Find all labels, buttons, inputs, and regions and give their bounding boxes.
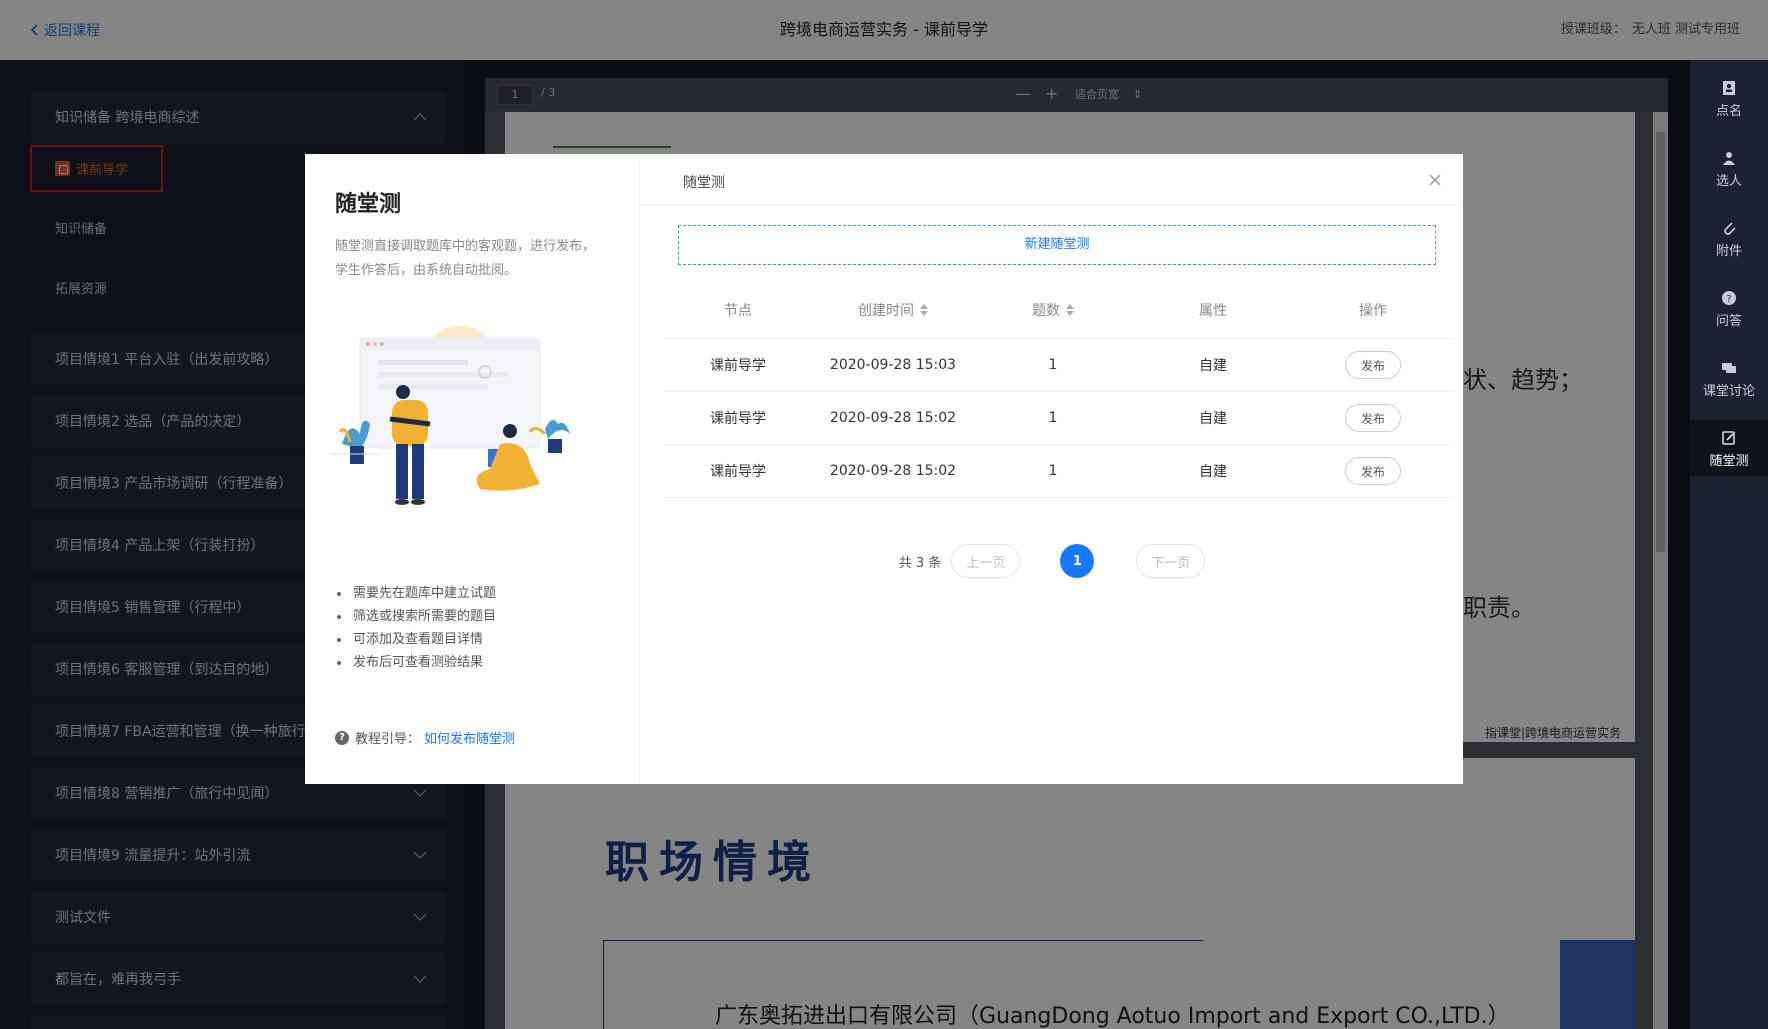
column-header-node: 节点 — [724, 303, 752, 319]
guide-link[interactable]: 如何发布随堂测 — [424, 728, 515, 747]
intro-title: 随堂测 — [335, 192, 402, 217]
tool-quiz[interactable]: 随堂测 — [1690, 420, 1768, 476]
cell-node: 课前导学 — [710, 358, 766, 374]
modal-header: 随堂测 — [641, 154, 1463, 205]
column-header-attr: 属性 — [1199, 303, 1227, 319]
paperclip-icon — [1724, 222, 1736, 235]
cell-attr: 自建 — [1199, 411, 1227, 427]
cell-node: 课前导学 — [710, 411, 766, 427]
tip-item: 发布后可查看测验结果 — [335, 651, 496, 674]
cell-created: 2020-09-28 15:02 — [829, 463, 957, 479]
chat-icon — [1722, 363, 1736, 373]
cell-attr: 自建 — [1199, 358, 1227, 374]
column-header-count[interactable]: 题数 — [973, 282, 1133, 338]
column-header-action: 操作 — [1359, 303, 1387, 319]
table-row: 课前导学 2020-09-28 15:03 1 自建 发布 — [663, 339, 1453, 392]
modal-intro-panel: 随堂测 随堂测直接调取题库中的客观题，进行发布，学生作答后，由系统自动批阅。 需… — [305, 154, 640, 784]
cell-attr: 自建 — [1199, 464, 1227, 480]
tool-label: 点名 — [1715, 104, 1742, 119]
sort-icon[interactable] — [920, 304, 928, 316]
prev-page-button[interactable]: 上一页 — [951, 544, 1021, 578]
quiz-modal: 随堂测 随堂测直接调取题库中的客观题，进行发布，学生作答后，由系统自动批阅。 需… — [305, 154, 1463, 784]
intro-description: 随堂测直接调取题库中的客观题，进行发布，学生作答后，由系统自动批阅。 — [335, 239, 596, 278]
close-icon[interactable] — [1427, 172, 1443, 188]
cell-node: 课前导学 — [710, 464, 766, 480]
column-header-label: 题数 — [1032, 303, 1060, 319]
roll-call-icon — [1723, 81, 1735, 95]
tool-label: 问答 — [1715, 314, 1742, 329]
svg-text:?: ? — [1726, 294, 1731, 305]
quiz-table: 节点 创建时间 题数 属性 操作 课前导学 2020-09-28 15:03 1… — [663, 282, 1453, 498]
teacher-student-illustration — [330, 326, 570, 505]
tool-label: 附件 — [1715, 244, 1742, 259]
column-header-created[interactable]: 创建时间 — [813, 282, 973, 338]
tip-item: 可添加及查看题目详情 — [335, 628, 496, 651]
publish-button[interactable]: 发布 — [1345, 404, 1401, 432]
table-row: 课前导学 2020-09-28 15:02 1 自建 发布 — [663, 445, 1453, 498]
cell-created: 2020-09-28 15:02 — [829, 410, 957, 426]
tool-pick-person[interactable]: 选人 — [1690, 140, 1768, 200]
help-icon: ? — [335, 730, 349, 745]
pagination-total: 共 3 条 — [898, 555, 942, 571]
table-row: 课前导学 2020-09-28 15:02 1 自建 发布 — [663, 392, 1453, 445]
modal-content-panel: 随堂测 新建随堂测 节点 创建时间 题数 属性 操作 课前导学 2020-09-… — [641, 154, 1463, 784]
tutorial-guide: ? 教程引导： 如何发布随堂测 — [335, 728, 515, 747]
right-toolbar: 点名 选人 附件 ? 问答 课堂讨论 随堂测 — [1690, 60, 1768, 1029]
column-header-label: 创建时间 — [858, 303, 914, 319]
table-header: 节点 创建时间 题数 属性 操作 — [663, 282, 1453, 339]
person-icon — [1723, 152, 1735, 165]
tool-qa[interactable]: ? 问答 — [1690, 280, 1768, 340]
pagination: 共 3 条 上一页 1 下一页 — [641, 543, 1463, 579]
tool-discussion[interactable]: 课堂讨论 — [1690, 350, 1768, 410]
cell-count: 1 — [1048, 463, 1058, 479]
cell-count: 1 — [1048, 410, 1058, 426]
tool-label: 课堂讨论 — [1702, 384, 1755, 399]
cell-created: 2020-09-28 15:03 — [829, 357, 957, 373]
cell-count: 1 — [1048, 357, 1058, 373]
edit-icon — [1722, 431, 1735, 445]
guide-label: 教程引导： — [355, 732, 421, 747]
tip-item: 需要先在题库中建立试题 — [335, 582, 496, 605]
modal-title: 随堂测 — [683, 175, 725, 191]
publish-button[interactable]: 发布 — [1345, 351, 1401, 379]
intro-tips: 需要先在题库中建立试题 筛选或搜索所需要的题目 可添加及查看题目详情 发布后可查… — [335, 582, 496, 674]
tool-label: 选人 — [1715, 174, 1742, 189]
next-page-button[interactable]: 下一页 — [1136, 544, 1206, 578]
publish-button[interactable]: 发布 — [1345, 457, 1401, 485]
question-icon: ? — [1722, 291, 1736, 305]
tool-roll-call[interactable]: 点名 — [1690, 70, 1768, 130]
page-1-button[interactable]: 1 — [1060, 544, 1095, 578]
sort-icon[interactable] — [1066, 304, 1074, 316]
tool-label: 随堂测 — [1709, 454, 1749, 469]
tool-attachment[interactable]: 附件 — [1690, 210, 1768, 270]
tip-item: 筛选或搜索所需要的题目 — [335, 605, 496, 628]
new-quiz-button[interactable]: 新建随堂测 — [678, 225, 1436, 265]
